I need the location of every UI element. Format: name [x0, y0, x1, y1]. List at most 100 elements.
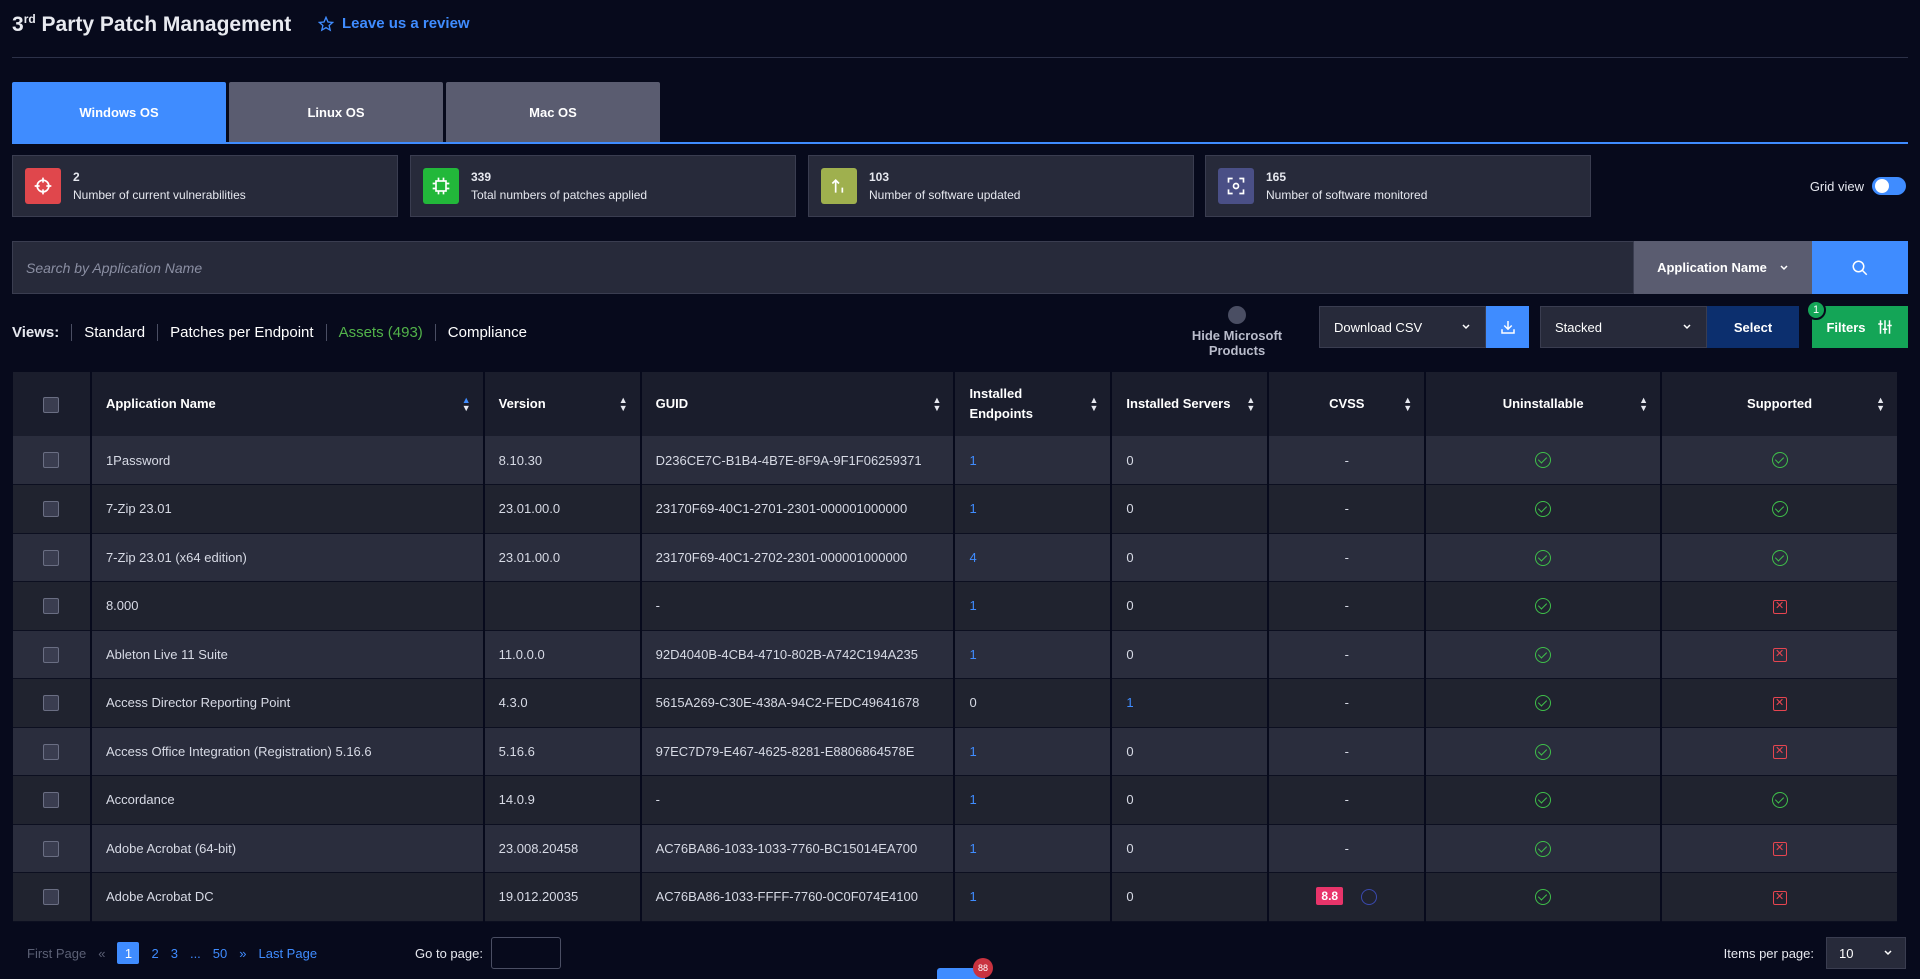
col-cvss[interactable]: CVSS ▲ ▼ [1268, 372, 1427, 436]
cell-uninstallable [1425, 484, 1663, 534]
col-application-name[interactable]: Application Name ▲ ▼ [90, 372, 485, 436]
table-row[interactable]: 8.000 - 1 0 - ✕ [13, 581, 1899, 631]
cell-version: 19.012.20035 [483, 872, 642, 922]
cell-installed-servers: 0 [1111, 872, 1270, 922]
cell-installed-endpoints[interactable]: 1 [954, 630, 1113, 679]
download-format-select[interactable]: Download CSV [1319, 306, 1486, 348]
cell-guid: 23170F69-40C1-2701-2301-000001000000 [640, 484, 956, 534]
row-checkbox[interactable] [43, 501, 60, 518]
cell-installed-servers[interactable]: 1 [1111, 678, 1270, 728]
row-checkbox[interactable] [43, 695, 60, 712]
grid-view-toggle[interactable] [1872, 177, 1906, 195]
go-to-page: Go to page: [415, 937, 561, 969]
arrows-up-icon [821, 168, 857, 204]
row-checkbox[interactable] [43, 743, 60, 760]
cell-application-name: 7-Zip 23.01 [90, 484, 485, 534]
cell-uninstallable [1425, 872, 1663, 922]
row-checkbox[interactable] [43, 646, 60, 663]
views-label: Views: [12, 324, 60, 341]
download-button[interactable] [1486, 306, 1529, 348]
check-circle-icon [1535, 792, 1552, 809]
col-installed-servers[interactable]: Installed Servers ▲ ▼ [1111, 372, 1270, 436]
row-select-cell [13, 581, 92, 631]
tab-underline [12, 142, 1908, 144]
cell-cvss: - [1268, 581, 1427, 631]
select-all-checkbox[interactable] [43, 396, 60, 413]
stat-value: 165 [1266, 170, 1287, 184]
cell-cvss: - [1268, 678, 1427, 728]
hide-microsoft-toggle[interactable]: Hide Microsoft Products [1163, 306, 1311, 358]
table-row[interactable]: 7-Zip 23.01 (x64 edition) 23.01.00.0 231… [13, 533, 1899, 582]
col-supported[interactable]: Supported ▲ ▼ [1661, 372, 1899, 436]
page-2[interactable]: 2 [151, 946, 158, 961]
filters-button[interactable]: Filters [1812, 306, 1908, 348]
view-assets[interactable]: Assets (493) [325, 324, 435, 341]
cell-installed-endpoints[interactable]: 4 [954, 533, 1113, 582]
row-checkbox[interactable] [43, 840, 60, 857]
chip-icon [423, 168, 459, 204]
cell-installed-endpoints[interactable]: 1 [954, 872, 1113, 922]
row-checkbox[interactable] [43, 598, 60, 615]
row-checkbox[interactable] [43, 792, 60, 809]
table-row[interactable]: 1Password 8.10.30 D236CE7C-B1B4-4B7E-8F9… [13, 436, 1899, 485]
x-square-icon: ✕ [1772, 696, 1787, 711]
table-row[interactable]: Adobe Acrobat (64-bit) 23.008.20458 AC76… [13, 824, 1899, 873]
cell-cvss: - [1268, 630, 1427, 679]
go-to-page-input[interactable] [490, 937, 561, 969]
table-row[interactable]: Adobe Acrobat DC 19.012.20035 AC76BA86-1… [13, 872, 1899, 922]
cell-uninstallable [1425, 824, 1663, 873]
page-50[interactable]: 50 [213, 946, 227, 961]
table-row[interactable]: Access Director Reporting Point 4.3.0 56… [13, 678, 1899, 728]
view-standard[interactable]: Standard [71, 324, 157, 341]
first-page-link[interactable]: First Page [27, 946, 86, 961]
next-page-icon[interactable]: » [239, 946, 246, 961]
cell-installed-endpoints[interactable]: 1 [954, 484, 1113, 534]
cell-cvss: - [1268, 533, 1427, 582]
tab-windows-os[interactable]: Windows OS [12, 82, 226, 143]
table-row[interactable]: Accordance 14.0.9 - 1 0 - [13, 775, 1899, 825]
leave-review-link[interactable]: Leave us a review [318, 15, 470, 32]
sort-icon: ▲ ▼ [1089, 395, 1099, 413]
check-circle-icon [1535, 695, 1552, 712]
table-row[interactable]: 7-Zip 23.01 23.01.00.0 23170F69-40C1-270… [13, 484, 1899, 534]
col-installed-endpoints[interactable]: Installed Endpoints ▲ ▼ [954, 372, 1113, 436]
search-button[interactable] [1812, 241, 1908, 294]
col-guid[interactable]: GUID ▲ ▼ [640, 372, 956, 436]
sort-icon: ▲ ▼ [1403, 395, 1413, 413]
row-checkbox[interactable] [43, 452, 60, 469]
tab-linux-os[interactable]: Linux OS [229, 82, 443, 143]
sort-icon: ▲ ▼ [618, 395, 628, 413]
cvss-value: - [1344, 743, 1349, 759]
select-button[interactable]: Select [1707, 306, 1799, 348]
col-version[interactable]: Version ▲ ▼ [483, 372, 642, 436]
row-select-cell [13, 436, 92, 485]
prev-page-icon[interactable]: « [98, 946, 105, 961]
view-patches-per-endpoint[interactable]: Patches per Endpoint [157, 324, 325, 341]
search-input[interactable] [26, 259, 1633, 276]
page-3[interactable]: 3 [171, 946, 178, 961]
cell-guid: AC76BA86-1033-1033-7760-BC15014EA700 [640, 824, 956, 873]
page-1[interactable]: 1 [117, 942, 140, 964]
table-row[interactable]: Access Office Integration (Registration)… [13, 727, 1899, 776]
table-row[interactable]: Ableton Live 11 Suite 11.0.0.0 92D4040B-… [13, 630, 1899, 679]
cell-installed-servers: 0 [1111, 775, 1270, 825]
items-per-page-select[interactable]: 10 [1826, 937, 1906, 969]
view-compliance[interactable]: Compliance [434, 324, 539, 341]
info-icon[interactable] [1361, 889, 1378, 906]
tab-mac-os[interactable]: Mac OS [446, 82, 660, 143]
cell-supported: ✕ [1661, 727, 1899, 776]
cell-installed-endpoints[interactable]: 1 [954, 581, 1113, 631]
cell-installed-endpoints[interactable]: 1 [954, 775, 1113, 825]
cell-application-name: Adobe Acrobat (64-bit) [90, 824, 485, 873]
col-uninstallable[interactable]: Uninstallable ▲ ▼ [1425, 372, 1663, 436]
cell-installed-endpoints[interactable]: 1 [954, 727, 1113, 776]
cell-installed-endpoints[interactable]: 1 [954, 436, 1113, 485]
row-checkbox[interactable] [43, 889, 60, 906]
row-checkbox[interactable] [43, 549, 60, 566]
cell-version [483, 581, 642, 631]
layout-select[interactable]: Stacked [1540, 306, 1707, 348]
search-field-select[interactable]: Application Name [1634, 241, 1812, 294]
last-page-link[interactable]: Last Page [259, 946, 318, 961]
cell-supported [1661, 775, 1899, 825]
cell-installed-endpoints[interactable]: 1 [954, 824, 1113, 873]
